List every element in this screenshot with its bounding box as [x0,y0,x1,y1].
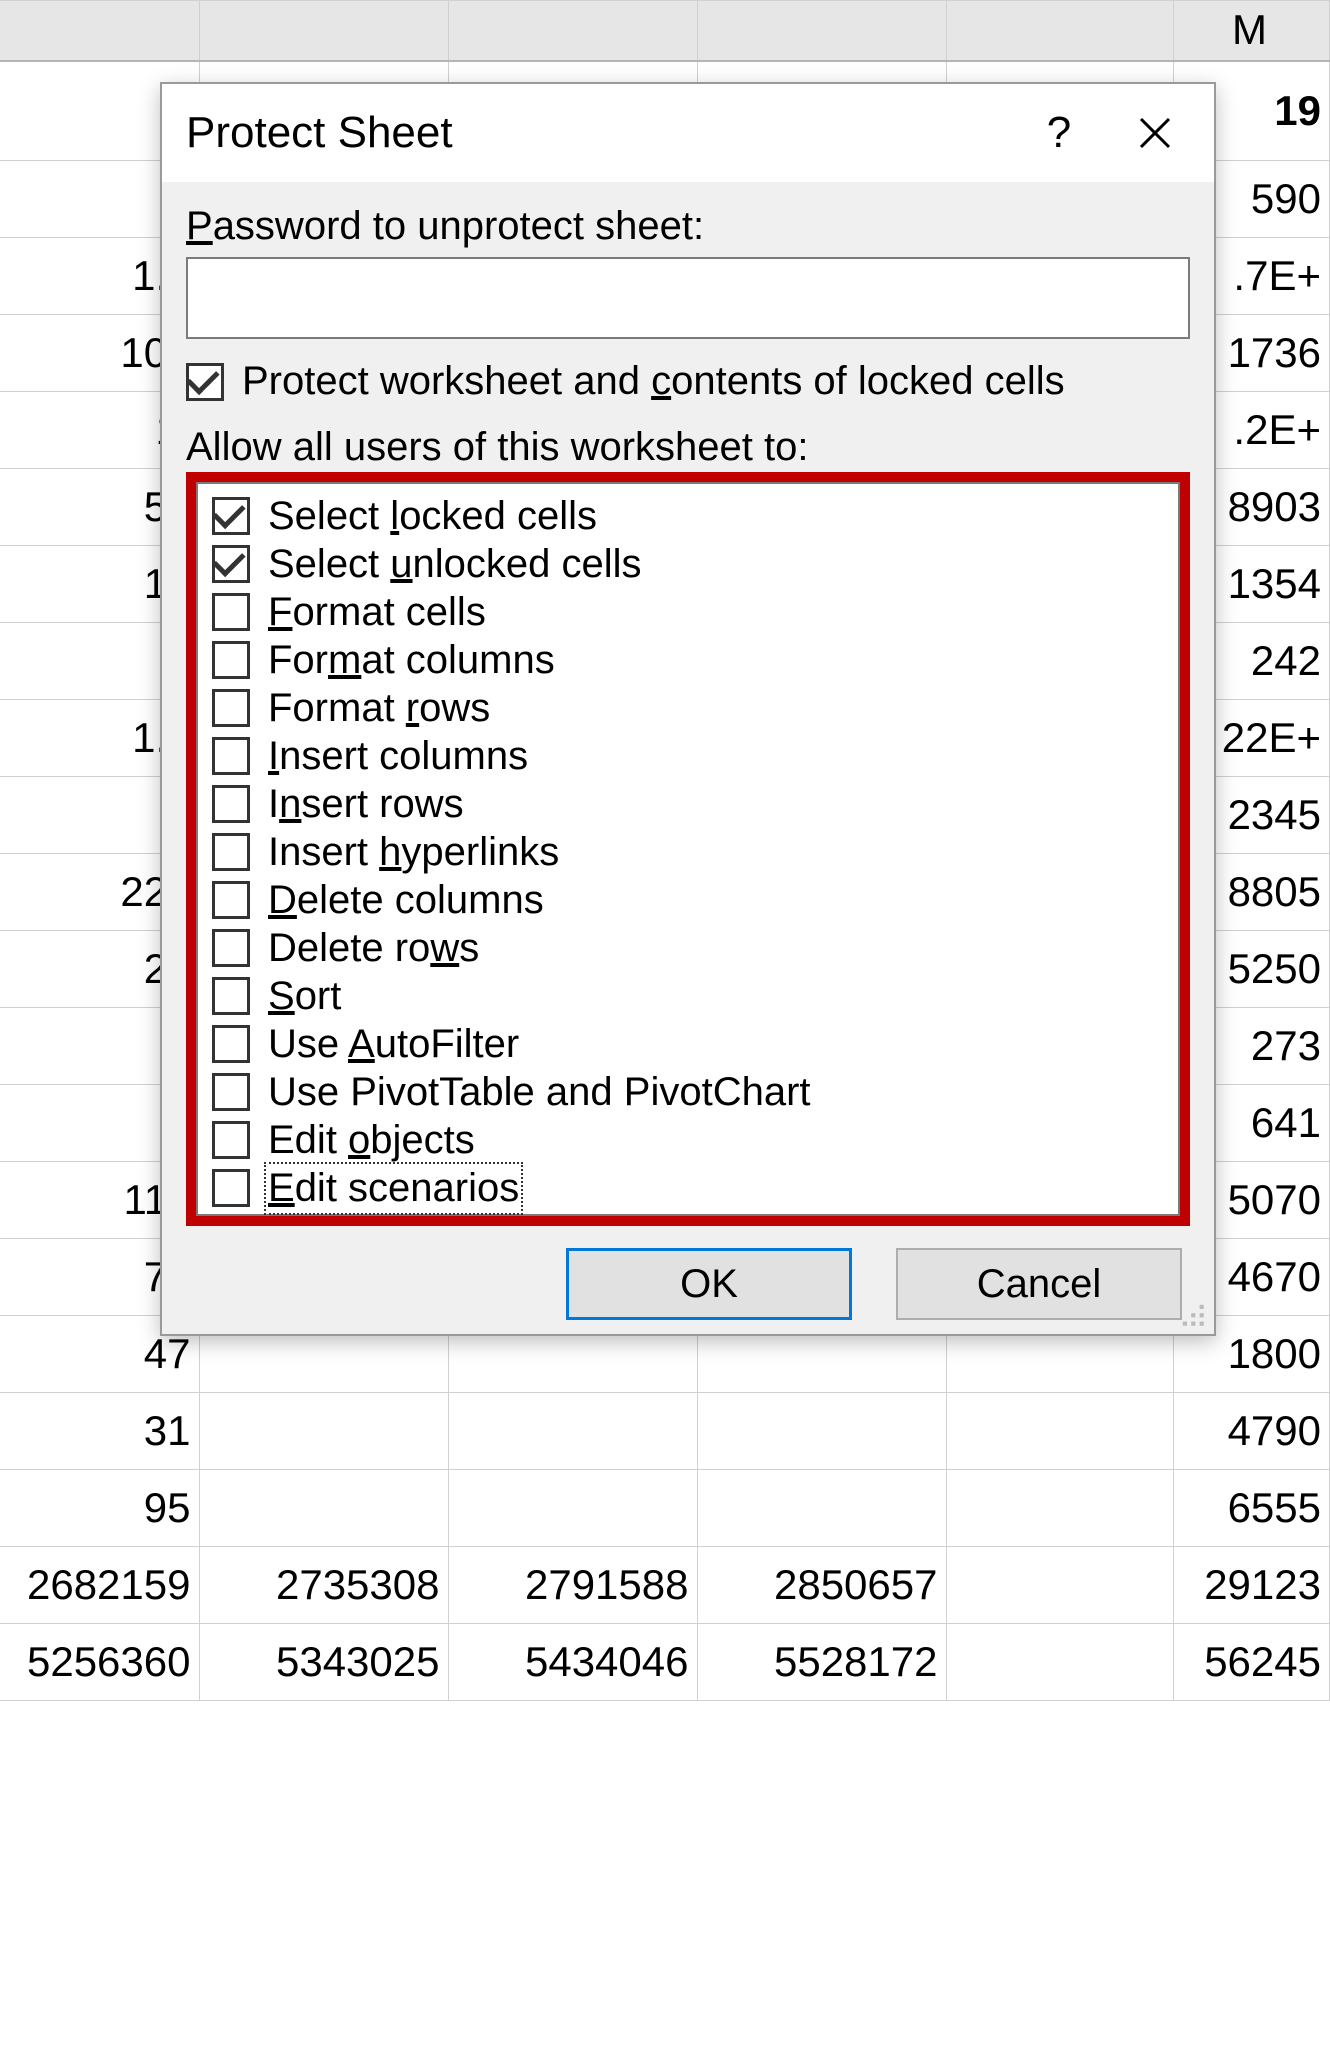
permission-option[interactable]: Sort [204,972,1172,1020]
permission-label: Format columns [268,638,555,683]
permission-option[interactable]: Insert rows [204,780,1172,828]
permission-label: Select locked cells [268,494,597,539]
permission-checkbox[interactable] [212,593,250,631]
dialog-title: Protect Sheet [186,108,1008,158]
protect-contents-row[interactable]: Protect worksheet and contents of locked… [186,357,1190,405]
cell[interactable]: 56245 [1173,1624,1329,1701]
permission-option[interactable]: Format cells [204,588,1172,636]
close-icon [1137,115,1173,151]
permission-checkbox[interactable] [212,1121,250,1159]
permission-option[interactable]: Format columns [204,636,1172,684]
permission-checkbox[interactable] [212,1073,250,1111]
permission-label: Insert columns [268,734,528,779]
permission-label: Edit scenarios [268,1166,519,1211]
permission-option[interactable]: Select locked cells [204,492,1172,540]
cell[interactable]: 5434046 [448,1624,697,1701]
permission-checkbox[interactable] [212,737,250,775]
cell[interactable]: 4790 [1173,1393,1329,1470]
cell[interactable]: 29123 [1173,1547,1329,1624]
protect-contents-checkbox[interactable] [186,363,224,401]
password-input[interactable] [186,257,1190,339]
permission-option[interactable]: Delete columns [204,876,1172,924]
permission-checkbox[interactable] [212,1169,250,1207]
allow-users-label: Allow all users of this worksheet to: [186,425,1190,470]
permission-label: Edit objects [268,1118,475,1163]
permission-label: Insert hyperlinks [268,830,559,875]
permission-checkbox[interactable] [212,497,250,535]
protect-contents-label: Protect worksheet and contents of locked… [242,357,1065,405]
cell[interactable]: 95 [0,1470,199,1547]
cell[interactable]: 2682159 [0,1547,199,1624]
app-stage: M519759081.5.7E+8101173681..2E+357890311… [0,0,1330,2059]
permission-checkbox[interactable] [212,545,250,583]
permission-label: Format cells [268,590,486,635]
permission-label: Use PivotTable and PivotChart [268,1070,811,1115]
cell[interactable] [199,1393,448,1470]
cell[interactable]: 2791588 [448,1547,697,1624]
permission-checkbox[interactable] [212,1025,250,1063]
permission-option[interactable]: Format rows [204,684,1172,732]
permission-checkbox[interactable] [212,977,250,1015]
permission-checkbox[interactable] [212,929,250,967]
permission-option[interactable]: Edit scenarios [204,1164,1172,1212]
cell[interactable] [697,1470,946,1547]
permission-option[interactable]: Select unlocked cells [204,540,1172,588]
dialog-button-row: OK Cancel [186,1248,1190,1320]
cell[interactable] [448,1470,697,1547]
permission-option[interactable]: Insert hyperlinks [204,828,1172,876]
cell[interactable] [946,1547,1173,1624]
protect-sheet-dialog: Protect Sheet ? Password to unprotect sh… [160,82,1216,1336]
permission-label: Format rows [268,686,490,731]
permission-option[interactable]: Use PivotTable and PivotChart [204,1068,1172,1116]
permission-option[interactable]: Insert columns [204,732,1172,780]
permission-option[interactable]: Use AutoFilter [204,1020,1172,1068]
permission-checkbox[interactable] [212,641,250,679]
help-button[interactable]: ? [1014,98,1104,168]
permission-label: Delete rows [268,926,479,971]
close-button[interactable] [1110,98,1200,168]
cell[interactable] [448,1393,697,1470]
cell[interactable]: 5256360 [0,1624,199,1701]
permission-option[interactable]: Edit objects [204,1116,1172,1164]
dialog-titlebar[interactable]: Protect Sheet ? [162,84,1214,182]
cell[interactable]: 2735308 [199,1547,448,1624]
resize-grip-icon[interactable] [1180,1302,1208,1330]
permissions-listbox[interactable]: Select locked cellsSelect unlocked cells… [196,482,1180,1216]
cell[interactable]: 5528172 [697,1624,946,1701]
cell[interactable]: 31 [0,1393,199,1470]
permission-checkbox[interactable] [212,881,250,919]
cell[interactable]: 6555 [1173,1470,1329,1547]
permission-checkbox[interactable] [212,689,250,727]
cell[interactable] [946,1624,1173,1701]
cell[interactable] [946,1470,1173,1547]
cell[interactable]: 5343025 [199,1624,448,1701]
highlight-annotation: Select locked cellsSelect unlocked cells… [186,472,1190,1226]
password-label: Password to unprotect sheet: [186,204,1190,249]
permission-label: Delete columns [268,878,544,923]
ok-button[interactable]: OK [566,1248,852,1320]
cell[interactable] [946,1393,1173,1470]
dialog-body: Password to unprotect sheet: Protect wor… [162,182,1214,1334]
cell[interactable]: 2850657 [697,1547,946,1624]
permission-checkbox[interactable] [212,833,250,871]
permission-option[interactable]: Delete rows [204,924,1172,972]
permission-label: Select unlocked cells [268,542,642,587]
cell[interactable] [697,1393,946,1470]
question-icon: ? [1047,108,1071,158]
cancel-button[interactable]: Cancel [896,1248,1182,1320]
cell[interactable] [199,1470,448,1547]
permission-label: Insert rows [268,782,464,827]
permission-label: Sort [268,974,341,1019]
permission-checkbox[interactable] [212,785,250,823]
permission-label: Use AutoFilter [268,1022,519,1067]
